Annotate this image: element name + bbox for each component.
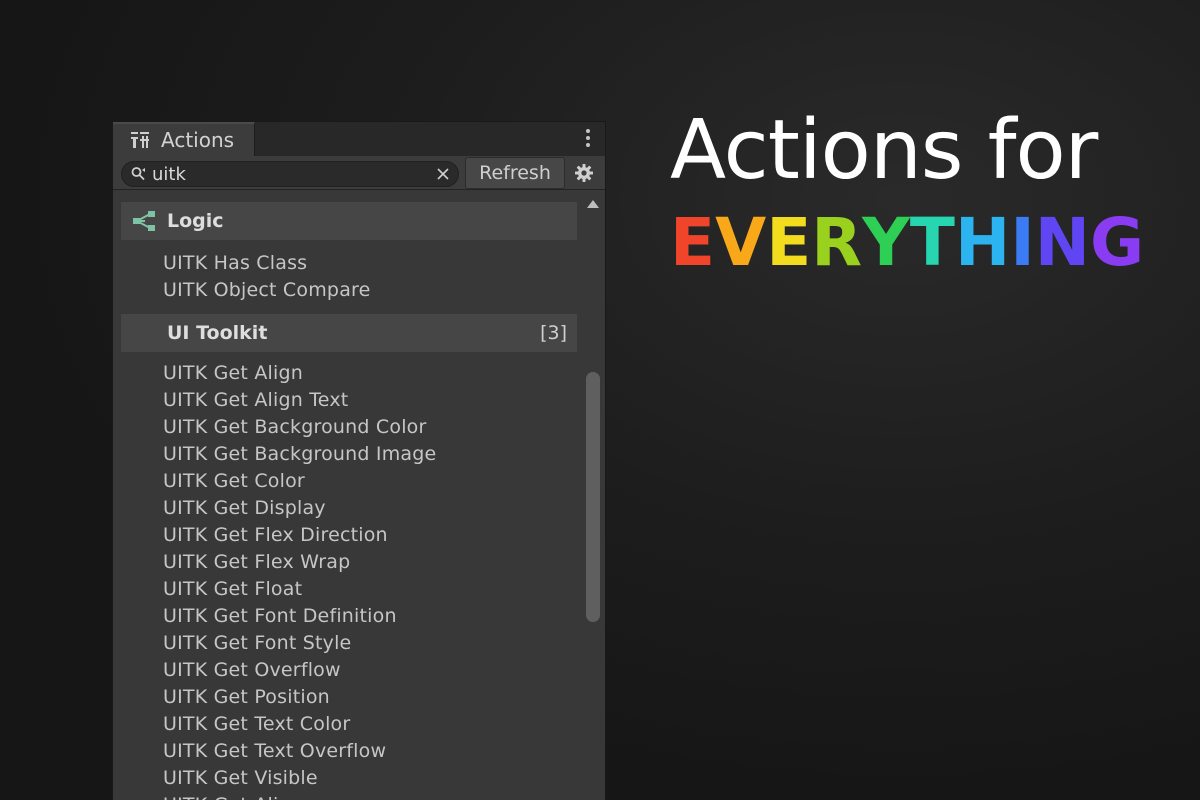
search-input[interactable] (152, 162, 436, 186)
list-item[interactable]: UITK Get Background Image (113, 441, 579, 468)
gear-icon (575, 164, 593, 182)
hero-subtitle-letter: E (670, 204, 716, 281)
hero-title: Actions for (670, 103, 1098, 198)
list-item[interactable]: UITK Get Text Overflow (113, 738, 579, 765)
vertical-scrollbar[interactable] (583, 196, 603, 800)
hero-subtitle-letter: G (1090, 204, 1145, 281)
settings-button[interactable] (569, 159, 599, 187)
list-item[interactable]: UITK Get Font Definition (113, 603, 579, 630)
hero-subtitle-letter: N (1034, 204, 1090, 281)
list-item[interactable]: UITK Get Overflow (113, 657, 579, 684)
list-item[interactable]: UITK Get Font Style (113, 630, 579, 657)
clear-icon[interactable] (436, 167, 450, 181)
action-list: Logic UITK Has Class UITK Object Compare… (113, 190, 579, 800)
tab-bar: Actions (113, 122, 605, 156)
list-item[interactable]: UITK Get Background Color (113, 414, 579, 441)
list-item[interactable]: UITK Get Text Color (113, 711, 579, 738)
ui-toolkit-items: UITK Get Align UITK Get Align Text UITK … (113, 360, 579, 800)
hero-subtitle-letter: R (811, 204, 863, 281)
category-logic[interactable]: Logic (121, 202, 577, 240)
list-item[interactable]: UITK Get Color (113, 468, 579, 495)
category-count: [3] (540, 322, 567, 344)
list-item[interactable]: UITK Get Visible (113, 765, 579, 792)
hero-subtitle: EVERYTHING (670, 210, 1144, 276)
list-item[interactable]: UITK Get Flex Direction (113, 522, 579, 549)
kebab-menu-icon[interactable] (585, 129, 591, 151)
actions-window: Actions Refresh (112, 121, 606, 800)
hero-subtitle-letter: Y (862, 204, 910, 281)
scroll-up-arrow-icon[interactable] (587, 200, 599, 208)
list-item[interactable]: UITK Get Position (113, 684, 579, 711)
tab-label: Actions (161, 128, 235, 152)
list-item[interactable]: UITK Get Align Text (113, 387, 579, 414)
hero-subtitle-letter: H (954, 204, 1011, 281)
list-item[interactable]: UITK Get Display (113, 495, 579, 522)
refresh-button[interactable]: Refresh (465, 157, 565, 189)
logic-items: UITK Has Class UITK Object Compare (113, 250, 579, 304)
hero-subtitle-letter: V (715, 204, 767, 281)
list-item[interactable]: UITK Has Class (113, 250, 579, 277)
hero-subtitle-letter: I (1010, 204, 1035, 281)
list-item[interactable]: UITK Get Flex Wrap (113, 549, 579, 576)
category-label: UI Toolkit (167, 322, 268, 344)
actions-icon (131, 132, 149, 148)
hero-subtitle-letter: E (766, 204, 812, 281)
search-icon (131, 167, 145, 181)
list-item[interactable]: UITK Get Align (113, 360, 579, 387)
list-item[interactable]: UITK Get Float (113, 576, 579, 603)
list-item[interactable]: UITK Object Compare (113, 277, 579, 304)
list-item[interactable]: UITK Get Align (113, 792, 579, 800)
category-ui-toolkit[interactable]: UI Toolkit [3] (121, 314, 577, 352)
search-field[interactable] (121, 161, 459, 187)
toolbar: Refresh (113, 156, 605, 190)
scroll-thumb[interactable] (586, 372, 600, 622)
hero-subtitle-letter: T (909, 204, 955, 281)
category-label: Logic (167, 210, 224, 232)
logic-graph-icon (133, 211, 155, 231)
tab-actions[interactable]: Actions (113, 122, 255, 156)
